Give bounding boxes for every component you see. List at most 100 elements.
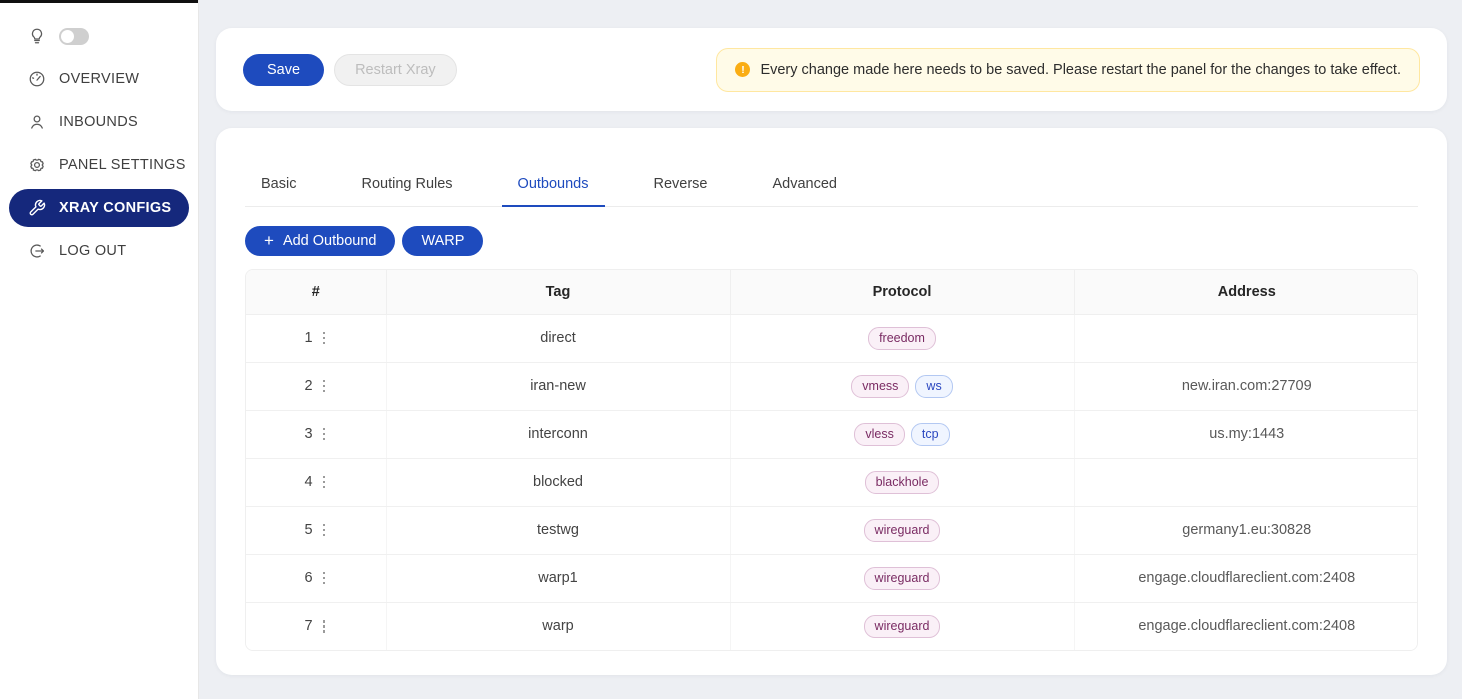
add-outbound-button[interactable]: + Add Outbound [245,226,395,256]
row-menu-kebab-icon[interactable] [321,618,328,635]
dashboard-icon [28,70,46,88]
save-warning-alert: ! Every change made here needs to be sav… [716,48,1420,92]
actions-row: + Add Outbound WARP [245,226,1418,256]
sidebar-nav: OVERVIEW INBOUNDS PANEL SETTINGS XRAY CONFI… [0,3,198,270]
protocol-cell: blackhole [730,458,1074,506]
sidebar-item-overview[interactable]: OVERVIEW [9,60,189,98]
table-row: 2iran-newvmesswsnew.iran.com:27709 [246,362,1418,410]
address-cell: germany1.eu:30828 [1074,506,1418,554]
protocol-badge-freedom: freedom [868,327,936,350]
theme-toggle-row [9,17,189,55]
sidebar-item-xray-configs[interactable]: XRAY CONFIGS [9,189,189,227]
protocol-badge-vless: vless [854,423,904,446]
sidebar-item-label: LOG OUT [59,243,126,259]
xray-configs-card: Basic Routing Rules Outbounds Reverse Advanc… [216,128,1447,675]
tab-outbounds[interactable]: Outbounds [502,172,605,207]
tab-bar: Basic Routing Rules Outbounds Reverse Advanc… [245,172,1418,207]
tag-cell: warp1 [386,554,730,602]
protocol-cell: wireguard [730,506,1074,554]
table-row: 6 warp1 wireguard engage.cloudflareclient.c… [246,554,1418,602]
protocol-badge-ws: ws [915,375,952,398]
tab-advanced[interactable]: Advanced [757,172,854,206]
user-icon [28,113,46,131]
outbounds-table: #TagProtocolAddress 1 direct freedom 2iran-… [245,269,1418,651]
row-number-cell: 5 [246,506,386,554]
column-header-tag: Tag [386,270,730,314]
tab-routing-rules[interactable]: Routing Rules [345,172,468,206]
table-row: 7 warp wireguard engage.cloudflareclient.co… [246,602,1418,650]
row-menu-kebab-icon[interactable] [321,570,328,587]
protocol-badge-wireguard: wireguard [864,615,941,638]
row-number: 4 [304,474,312,490]
address-cell: engage.cloudflareclient.com:2408 [1074,554,1418,602]
tag-cell: testwg [386,506,730,554]
row-number-cell: 1 [246,314,386,362]
lightbulb-icon [28,27,46,45]
tab-reverse[interactable]: Reverse [638,172,724,206]
plus-icon: + [264,234,274,248]
row-menu-kebab-icon[interactable] [321,474,328,491]
column-header-address: Address [1074,270,1418,314]
table-header-row: #TagProtocolAddress [246,270,1418,314]
protocol-cell: vless tcp [730,410,1074,458]
row-number-cell: 3 [246,410,386,458]
row-menu-kebab-icon[interactable] [321,330,328,347]
sidebar-item-label: INBOUNDS [59,114,138,130]
sidebar-item-log-out[interactable]: LOG OUT [9,232,189,270]
save-button[interactable]: Save [243,54,324,86]
row-number-cell: 7 [246,602,386,650]
sidebar-item-label: XRAY CONFIGS [59,200,171,216]
row-number: 3 [304,426,312,442]
toggle-knob [61,30,74,43]
toolbar-buttons: Save Restart Xray [243,54,457,86]
sidebar-item-label: PANEL SETTINGS [59,157,186,173]
row-menu-kebab-icon[interactable] [321,522,328,539]
logout-icon [28,242,46,260]
sidebar-item-inbounds[interactable]: INBOUNDS [9,103,189,141]
row-menu-kebab-icon[interactable] [321,378,328,395]
address-cell: engage.cloudflareclient.com:2408 [1074,602,1418,650]
row-number-cell: 6 [246,554,386,602]
tag-cell: interconn [386,410,730,458]
tag-cell: blocked [386,458,730,506]
wrench-icon [28,199,46,217]
address-cell [1074,314,1418,362]
exclamation-circle-icon: ! [735,62,750,77]
sidebar: OVERVIEW INBOUNDS PANEL SETTINGS XRAY CONFI… [0,0,199,699]
protocol-badge-vmess: vmess [851,375,909,398]
table-row: 3 interconn vless tcp us.my:1443 [246,410,1418,458]
tag-cell: warp [386,602,730,650]
table-row: 5 testwgwireguardgermany1.eu:30828 [246,506,1418,554]
table-row: 4 blocked blackhole [246,458,1418,506]
restart-xray-button[interactable]: Restart Xray [334,54,457,86]
address-cell: us.my:1443 [1074,410,1418,458]
main-content: Save Restart Xray ! Every change made he… [200,0,1462,699]
tab-basic[interactable]: Basic [245,172,312,206]
alert-text: Every change made here needs to be saved… [760,62,1401,78]
address-cell [1074,458,1418,506]
row-number-cell: 2 [246,362,386,410]
sidebar-item-panel-settings[interactable]: PANEL SETTINGS [9,146,189,184]
row-number: 5 [304,522,312,538]
warp-label: WARP [421,233,464,249]
protocol-badge-blackhole: blackhole [865,471,940,494]
row-number: 7 [304,618,312,634]
row-number: 1 [304,330,312,346]
table-body: 1directfreedom2iran-newvmesswsnew.iran.c… [246,314,1418,650]
tag-cell: iran-new [386,362,730,410]
gear-icon [28,156,46,174]
row-number: 6 [304,570,312,586]
protocol-cell: wireguard [730,554,1074,602]
column-header-protocol: Protocol [730,270,1074,314]
column-header-num: # [246,270,386,314]
protocol-cell: wireguard [730,602,1074,650]
warp-button[interactable]: WARP [402,226,483,256]
dark-mode-toggle[interactable] [59,28,89,45]
protocol-cell: freedom [730,314,1074,362]
protocol-cell: vmessws [730,362,1074,410]
protocol-badge-wireguard: wireguard [864,567,941,590]
row-menu-kebab-icon[interactable] [321,426,328,443]
protocol-badge-tcp: tcp [911,423,950,446]
sidebar-item-label: OVERVIEW [59,71,139,87]
tag-cell: direct [386,314,730,362]
